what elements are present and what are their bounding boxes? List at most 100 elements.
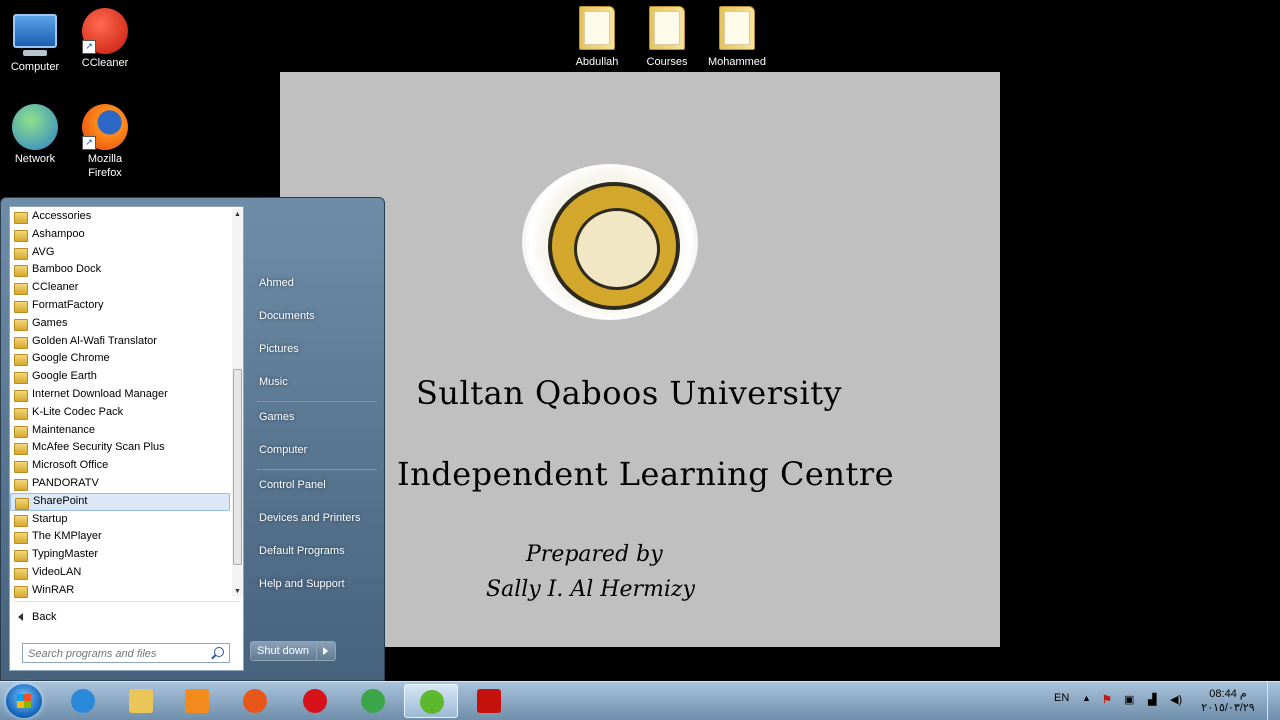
program-folder-item[interactable]: McAfee Security Scan Plus [10,439,234,457]
program-folder-item[interactable]: Games [10,315,234,333]
program-label: Accessories [32,210,92,222]
program-folder-item[interactable]: FormatFactory [10,297,234,315]
desktop-folder-mohammed[interactable]: Mohammed [702,6,772,69]
start-right-item-music[interactable]: Music [259,376,288,388]
desktop-icon-label: CCleaner [81,57,129,69]
folder-icon [14,478,28,491]
desktop-icon-label: Courses [646,56,688,68]
desktop-icon-ccleaner[interactable]: ↗ CCleaner [70,8,140,70]
taskbar-button-chrome[interactable] [346,684,400,718]
show-desktop-button[interactable] [1267,682,1280,720]
program-folder-item[interactable]: PANDORATV [10,475,234,493]
start-right-item-control-panel[interactable]: Control Panel [259,479,326,491]
program-folder-item[interactable]: The KMPlayer [10,528,234,546]
back-button[interactable]: Back [18,607,56,627]
search-input[interactable] [23,645,208,663]
program-folder-item[interactable]: Startup [10,511,234,529]
program-folder-item[interactable]: Golden Al-Wafi Translator [10,333,234,351]
program-folder-item[interactable]: AVG [10,244,234,262]
program-folder-item[interactable]: Ashampoo [10,226,234,244]
start-right-item-devices-printers[interactable]: Devices and Printers [259,512,361,524]
program-folder-item[interactable]: Microsoft Office [10,457,234,475]
chrome-icon [361,689,385,713]
folder-icon [719,6,755,50]
program-label: PANDORATV [32,476,99,489]
program-folder-item[interactable]: Google Chrome [10,350,234,368]
program-folder-item[interactable]: Bamboo Dock [10,261,234,279]
start-right-item-computer[interactable]: Computer [259,444,307,456]
folder-icon [14,212,28,224]
taskbar-button-media-player[interactable] [170,684,224,718]
program-folder-item[interactable]: SharePoint [10,492,230,511]
program-label: Google Earth [32,370,97,383]
scrollbar-thumb[interactable] [233,369,242,565]
presentation-slide: Sultan Qaboos University Independent Lea… [280,72,1000,647]
device-icon[interactable]: ▣ [1124,693,1134,706]
volume-icon[interactable]: ◀) [1170,693,1182,706]
start-right-item-user[interactable]: Ahmed [259,277,294,289]
taskbar-button-opera[interactable] [288,684,342,718]
scroll-up-icon[interactable]: ▲ [234,211,241,218]
start-button[interactable] [6,684,42,718]
program-label: CCleaner [32,281,79,294]
program-folder-item[interactable]: WinRAR [10,582,234,600]
folder-icon [14,265,28,278]
program-folder-item[interactable]: CCleaner [10,279,234,297]
desktop-icon-firefox[interactable]: ↗ Mozilla Firefox [70,104,140,180]
folder-icon [579,6,615,50]
desktop-icon-network[interactable]: Network [0,104,70,166]
taskbar-button-windows-explorer[interactable] [114,684,168,718]
start-right-item-documents[interactable]: Documents [259,310,315,322]
folder-icon [14,389,28,402]
language-indicator[interactable]: EN [1054,692,1069,704]
program-label: K-Lite Codec Pack [32,405,124,418]
start-right-item-games[interactable]: Games [259,411,294,423]
taskbar-button-adobe-reader[interactable] [462,684,516,718]
program-folder-item[interactable]: K-Lite Codec Pack [10,404,234,422]
search-box[interactable] [22,643,230,663]
desktop-folder-abdullah[interactable]: Abdullah [562,6,632,69]
program-folder-item[interactable]: VideoLAN [10,564,234,582]
show-hidden-icons-icon[interactable]: ▲ [1082,693,1091,703]
program-label: TypingMaster [32,548,99,561]
divider [257,469,377,470]
action-center-flag-icon[interactable]: ⚑ [1102,693,1112,706]
taskbar-button-firefox[interactable] [228,684,282,718]
folder-icon [14,283,28,296]
programs-scrollbar[interactable]: ▲ ▼ [232,209,243,597]
back-label: Back [32,611,57,623]
program-label: McAfee Security Scan Plus [32,441,165,454]
program-folder-item[interactable]: Google Earth [10,368,234,386]
firefox-icon [243,689,267,713]
system-clock[interactable]: 08:44 م ٢٠١٥/٠٣/٢٩ [1196,687,1260,715]
slide-title: Sultan Qaboos University [416,374,843,412]
desktop-icon-computer[interactable]: Computer [0,8,70,74]
program-folder-item[interactable]: Maintenance [10,422,234,440]
program-label: WinRAR [32,583,75,596]
desktop-icon-label: Mohammed [707,56,767,68]
scroll-down-icon[interactable]: ▼ [234,588,241,595]
taskbar: EN ▲ ⚑ ▣ ▟ ◀) 08:44 م ٢٠١٥/٠٣/٢٩ [0,681,1280,720]
clock-time: 08:44 م [1209,688,1247,700]
folder-icon [14,425,28,438]
folder-icon [14,461,28,474]
taskbar-button-internet-explorer[interactable] [56,684,110,718]
desktop-icon-label: Network [14,153,56,165]
program-folder-item[interactable]: Accessories [10,208,234,226]
folder-icon [649,6,685,50]
program-label: Internet Download Manager [32,387,168,400]
taskbar-button-utorrent[interactable] [404,684,458,718]
desktop-icon-label: Computer [10,61,60,73]
desktop-folder-courses[interactable]: Courses [632,6,702,69]
shutdown-button[interactable]: Shut down [250,641,336,661]
utorrent-icon [420,690,444,714]
program-folder-item[interactable]: TypingMaster [10,546,234,564]
shutdown-options-arrow-icon[interactable] [316,642,335,660]
start-right-item-help-support[interactable]: Help and Support [259,578,345,590]
program-label: Startup [32,512,68,525]
search-icon[interactable] [214,647,224,657]
program-folder-item[interactable]: Internet Download Manager [10,386,234,404]
start-right-item-pictures[interactable]: Pictures [259,343,299,355]
network-signal-icon[interactable]: ▟ [1148,693,1156,706]
start-right-item-default-programs[interactable]: Default Programs [259,545,345,557]
